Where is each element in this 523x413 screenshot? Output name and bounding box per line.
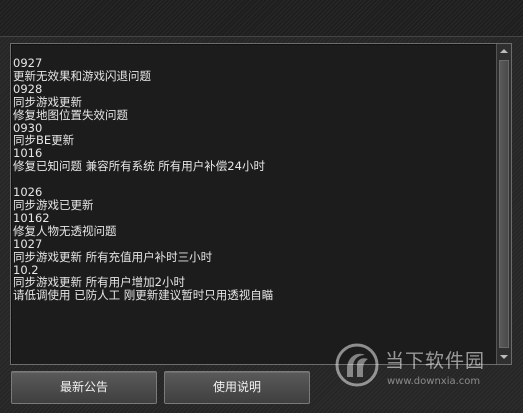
chevron-up-icon <box>500 49 508 53</box>
changelog-text: 0927 更新无效果和游戏闪退问题 0928 同步游戏更新 修复地图位置失效问题… <box>13 57 274 303</box>
scroll-up-button[interactable] <box>497 44 511 58</box>
downxia-logo-icon <box>335 343 379 387</box>
usage-instructions-button[interactable]: 使用说明 <box>164 371 310 404</box>
vertical-scrollbar[interactable] <box>496 44 511 364</box>
watermark: 当下软件园 www.downxia.com <box>335 343 505 395</box>
watermark-url: www.downxia.com <box>387 376 481 387</box>
app-window: 0927 更新无效果和游戏闪退问题 0928 同步游戏更新 修复地图位置失效问题… <box>0 0 523 413</box>
latest-notice-button[interactable]: 最新公告 <box>11 371 157 404</box>
title-bar[interactable] <box>0 0 523 37</box>
watermark-title: 当下软件园 <box>385 350 486 372</box>
changelog-panel: 0927 更新无效果和游戏闪退问题 0928 同步游戏更新 修复地图位置失效问题… <box>10 43 512 365</box>
scroll-thumb[interactable] <box>499 60 509 348</box>
